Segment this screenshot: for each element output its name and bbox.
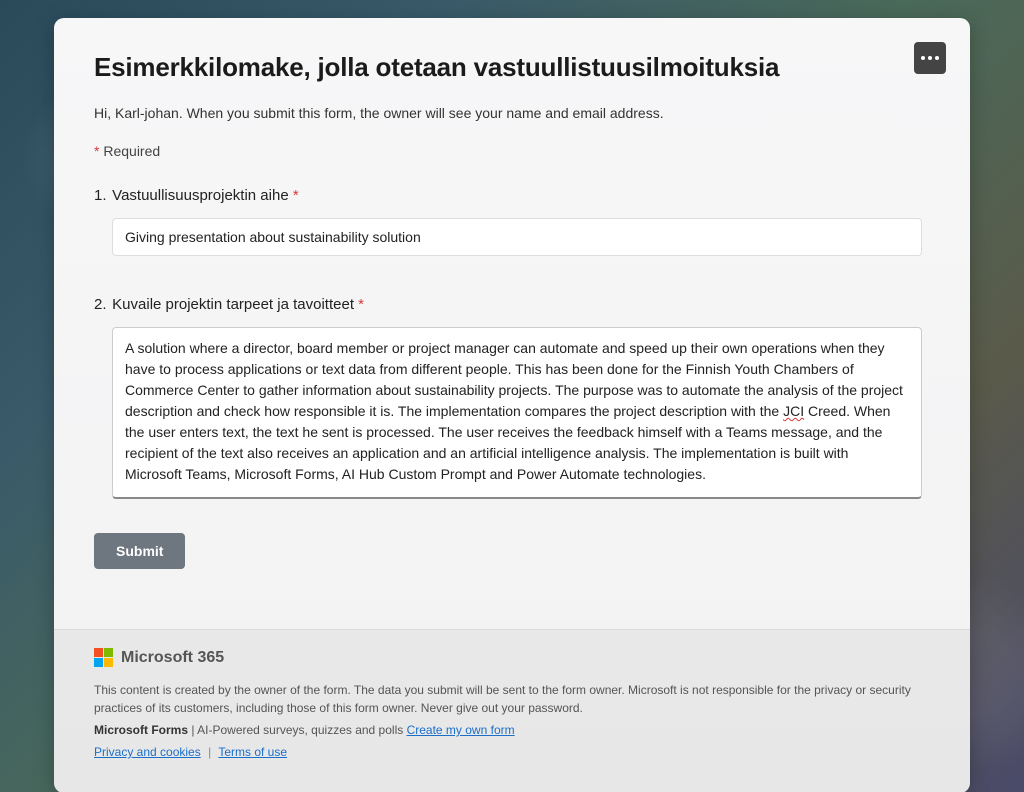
- question-2: 2. Kuvaile projektin tarpeet ja tavoitte…: [94, 296, 930, 499]
- footer-links: Privacy and cookies | Terms of use: [94, 743, 930, 761]
- form-footer: Microsoft 365 This content is created by…: [54, 629, 970, 792]
- create-form-link[interactable]: Create my own form: [407, 723, 515, 737]
- form-title: Esimerkkilomake, jolla otetaan vastuulli…: [94, 52, 930, 83]
- question-1-label: 1. Vastuullisuusprojektin aihe *: [94, 187, 930, 204]
- question-1: 1. Vastuullisuusprojektin aihe *: [94, 187, 930, 256]
- microsoft-365-text: Microsoft 365: [121, 649, 224, 667]
- terms-link[interactable]: Terms of use: [218, 745, 287, 759]
- form-card: Esimerkkilomake, jolla otetaan vastuulli…: [54, 18, 970, 792]
- form-greeting: Hi, Karl-johan. When you submit this for…: [94, 105, 930, 121]
- form-body: Esimerkkilomake, jolla otetaan vastuulli…: [54, 18, 970, 629]
- microsoft-logo-icon: [94, 648, 113, 667]
- more-options-button[interactable]: [914, 42, 946, 74]
- question-2-textarea[interactable]: [112, 327, 922, 494]
- question-2-label: 2. Kuvaile projektin tarpeet ja tavoitte…: [94, 296, 930, 313]
- required-note: * Required: [94, 143, 930, 159]
- microsoft-365-logo: Microsoft 365: [94, 648, 930, 667]
- footer-disclaimer: This content is created by the owner of …: [94, 681, 930, 717]
- required-asterisk: *: [94, 143, 99, 159]
- required-label: Required: [103, 143, 160, 159]
- question-1-input[interactable]: [112, 218, 922, 256]
- privacy-link[interactable]: Privacy and cookies: [94, 745, 201, 759]
- submit-button[interactable]: Submit: [94, 533, 185, 569]
- footer-forms-line: Microsoft Forms | AI-Powered surveys, qu…: [94, 721, 930, 739]
